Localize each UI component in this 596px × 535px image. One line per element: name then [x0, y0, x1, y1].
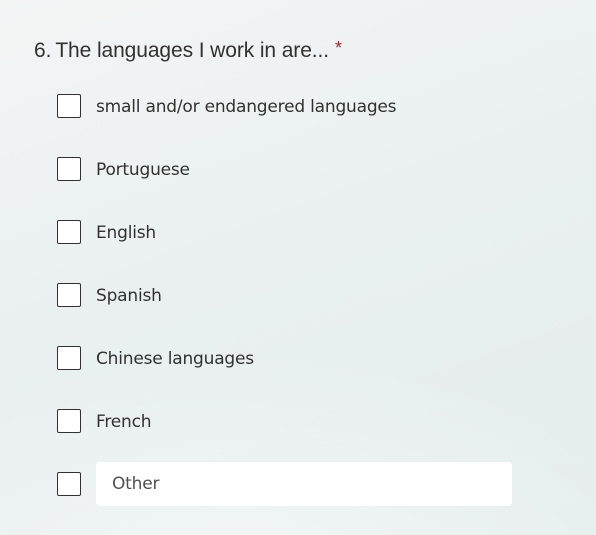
option-french[interactable]: French: [57, 402, 512, 465]
checkbox-small-endangered[interactable]: [57, 94, 81, 118]
checkbox-french[interactable]: [57, 409, 81, 433]
question-card: 6. The languages I work in are... * small …: [0, 0, 596, 535]
required-asterisk: *: [334, 38, 342, 58]
option-label[interactable]: French: [96, 411, 152, 433]
option-label[interactable]: Spanish: [96, 285, 162, 307]
question-number: 6.: [34, 39, 52, 62]
checkbox-chinese[interactable]: [57, 346, 81, 370]
option-small-endangered[interactable]: small and/or endangered languages: [57, 87, 512, 150]
question-title: 6. The languages I work in are... *: [34, 37, 342, 65]
option-english[interactable]: English: [57, 213, 512, 276]
checkbox-spanish[interactable]: [57, 283, 81, 307]
option-label[interactable]: Chinese languages: [96, 348, 254, 370]
checkbox-english[interactable]: [57, 220, 81, 244]
option-portuguese[interactable]: Portuguese: [57, 150, 512, 213]
checkbox-other[interactable]: [57, 472, 81, 496]
option-label[interactable]: small and/or endangered languages: [96, 96, 397, 118]
option-chinese[interactable]: Chinese languages: [57, 339, 512, 402]
other-text-input[interactable]: [96, 462, 512, 506]
option-label[interactable]: Portuguese: [96, 159, 190, 181]
option-label[interactable]: English: [96, 222, 156, 244]
option-other[interactable]: [57, 462, 512, 528]
options-list: small and/or endangered languages Portug…: [57, 87, 512, 528]
checkbox-portuguese[interactable]: [57, 157, 81, 181]
option-spanish[interactable]: Spanish: [57, 276, 512, 339]
question-text: The languages I work in are...: [55, 39, 329, 62]
